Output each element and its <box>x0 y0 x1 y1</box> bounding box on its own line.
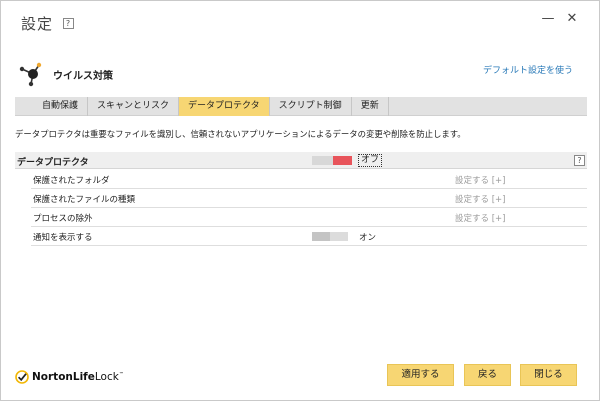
minimize-button[interactable]: — <box>539 10 557 28</box>
tab-auto-protect[interactable]: 自動保護 <box>33 97 89 116</box>
protected-file-types-row: 保護されたファイルの種類 設定する [+] <box>31 189 587 208</box>
window-help-icon[interactable]: ? <box>63 18 74 29</box>
process-exclusions-row: プロセスの除外 設定する [+] <box>31 208 587 227</box>
process-exclusions-label: プロセスの除外 <box>33 214 93 224</box>
data-protector-toggle[interactable] <box>312 156 352 165</box>
window-title: 設定 ? <box>21 13 74 34</box>
data-protector-description: データプロテクタは重要なファイルを識別し、信頼されないアプリケーションによるデー… <box>15 129 466 139</box>
tab-script-control[interactable]: スクリプト制御 <box>270 97 352 116</box>
section-title: ウイルス対策 <box>53 71 113 82</box>
settings-window: 設定 ? — ✕ ウイルス対策 デフォルト設定を使う 自動保護 スキャンとリスク… <box>0 0 600 401</box>
data-protector-row: データプロテクタ オフ ? <box>15 152 587 169</box>
brand-name-bold: NortonLife <box>32 371 95 383</box>
back-button[interactable]: 戻る <box>464 364 511 386</box>
close-button[interactable]: 閉じる <box>520 364 577 386</box>
protected-folders-configure-link[interactable]: 設定する [+] <box>455 174 505 186</box>
tab-updates[interactable]: 更新 <box>352 97 389 116</box>
protected-folders-row: 保護されたフォルダ 設定する [+] <box>31 170 587 189</box>
show-notifications-toggle-knob <box>312 232 330 241</box>
brand-name: NortonLifeLock™ <box>32 371 124 383</box>
tab-scans-and-risks[interactable]: スキャンとリスク <box>88 97 180 116</box>
nortonlifelock-logo: NortonLifeLock™ <box>15 370 124 384</box>
window-title-text: 設定 <box>21 15 54 33</box>
norton-check-icon <box>15 370 29 384</box>
close-window-button[interactable]: ✕ <box>563 10 581 28</box>
data-protector-state: オフ <box>358 154 383 167</box>
show-notifications-label: 通知を表示する <box>33 233 93 243</box>
show-notifications-toggle[interactable] <box>312 232 348 241</box>
data-protector-toggle-knob <box>333 156 352 165</box>
protected-file-types-configure-link[interactable]: 設定する [+] <box>455 193 505 205</box>
show-notifications-state: オン <box>359 233 377 243</box>
protected-file-types-label: 保護されたファイルの種類 <box>33 195 136 205</box>
show-notifications-row: 通知を表示する オン <box>31 227 587 246</box>
brand-name-light: Lock <box>94 371 119 383</box>
data-protector-label: データプロテクタ <box>17 158 89 168</box>
protected-folders-label: 保護されたフォルダ <box>33 176 110 186</box>
apply-button[interactable]: 適用する <box>387 364 454 386</box>
antivirus-molecule-icon <box>19 62 42 87</box>
tab-bar: 自動保護 スキャンとリスク データプロテクタ スクリプト制御 更新 <box>15 97 587 116</box>
use-default-settings-link[interactable]: デフォルト設定を使う <box>483 63 573 76</box>
tab-data-protector[interactable]: データプロテクタ <box>179 97 270 116</box>
data-protector-help-icon[interactable]: ? <box>574 155 585 166</box>
brand-trademark: ™ <box>118 371 124 378</box>
process-exclusions-configure-link[interactable]: 設定する [+] <box>455 212 505 224</box>
